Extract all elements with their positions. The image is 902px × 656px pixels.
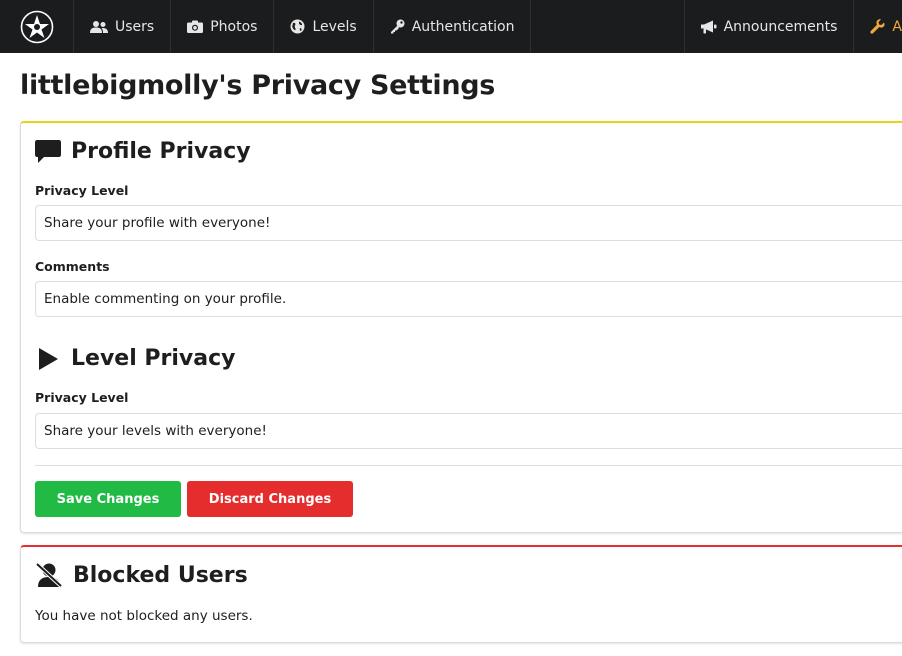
comments-select[interactable]: Enable commenting on your profile. bbox=[35, 281, 902, 317]
blocked-users-panel: Blocked Users You have not blocked any u… bbox=[20, 545, 902, 643]
level-privacy-heading: Level Privacy bbox=[71, 346, 236, 371]
level-privacy-header: Level Privacy bbox=[35, 346, 235, 371]
nav-label-authentication: Authentication bbox=[411, 18, 515, 35]
site-logo[interactable] bbox=[0, 0, 74, 53]
nav-item-authentication[interactable]: Authentication bbox=[374, 0, 532, 53]
nav-label-levels: Levels bbox=[312, 18, 357, 35]
comments-value: Enable commenting on your profile. bbox=[44, 291, 287, 307]
bullhorn-icon bbox=[700, 20, 717, 33]
play-icon bbox=[39, 347, 58, 370]
nav-item-photos[interactable]: Photos bbox=[171, 0, 275, 53]
users-icon bbox=[90, 20, 108, 33]
discard-changes-button[interactable]: Discard Changes bbox=[187, 481, 353, 517]
blocked-users-empty-text: You have not blocked any users. bbox=[35, 608, 253, 624]
nav-label-announcements: Announcements bbox=[723, 18, 838, 35]
nav-item-levels[interactable]: Levels bbox=[274, 0, 374, 53]
level-privacy-level-label: Privacy Level bbox=[35, 390, 129, 405]
comment-icon bbox=[35, 139, 61, 163]
profile-privacy-header: Profile Privacy bbox=[35, 139, 251, 164]
nav-item-admin[interactable]: A bbox=[854, 0, 902, 53]
save-changes-button[interactable]: Save Changes bbox=[35, 481, 181, 517]
privacy-settings-panel: Profile Privacy Privacy Level Share your… bbox=[20, 121, 902, 533]
nav-label-admin: A bbox=[892, 18, 902, 35]
blocked-users-heading: Blocked Users bbox=[73, 562, 248, 588]
page-title: littlebigmolly's Privacy Settings bbox=[20, 70, 496, 101]
nav-item-announcements[interactable]: Announcements bbox=[683, 0, 855, 53]
top-navbar: Users Photos Levels Authentication Annou… bbox=[0, 0, 902, 53]
user-slash-icon bbox=[35, 562, 63, 588]
nav-label-photos: Photos bbox=[210, 18, 258, 35]
globe-icon bbox=[290, 19, 305, 34]
key-icon bbox=[390, 19, 405, 34]
profile-privacy-level-value: Share your profile with everyone! bbox=[44, 215, 271, 231]
nav-item-users[interactable]: Users bbox=[74, 0, 172, 53]
profile-privacy-level-select[interactable]: Share your profile with everyone! bbox=[35, 205, 902, 241]
profile-privacy-heading: Profile Privacy bbox=[71, 139, 251, 164]
wrench-icon bbox=[870, 19, 885, 34]
nav-label-users: Users bbox=[115, 18, 155, 35]
camera-icon bbox=[187, 20, 204, 33]
profile-privacy-level-label: Privacy Level bbox=[35, 183, 129, 198]
level-privacy-level-select[interactable]: Share your levels with everyone! bbox=[35, 413, 902, 449]
comments-label: Comments bbox=[35, 259, 110, 274]
blocked-users-header: Blocked Users bbox=[35, 562, 248, 588]
logo-icon bbox=[20, 10, 53, 43]
level-privacy-level-value: Share your levels with everyone! bbox=[44, 423, 267, 439]
actions-divider bbox=[35, 465, 902, 466]
